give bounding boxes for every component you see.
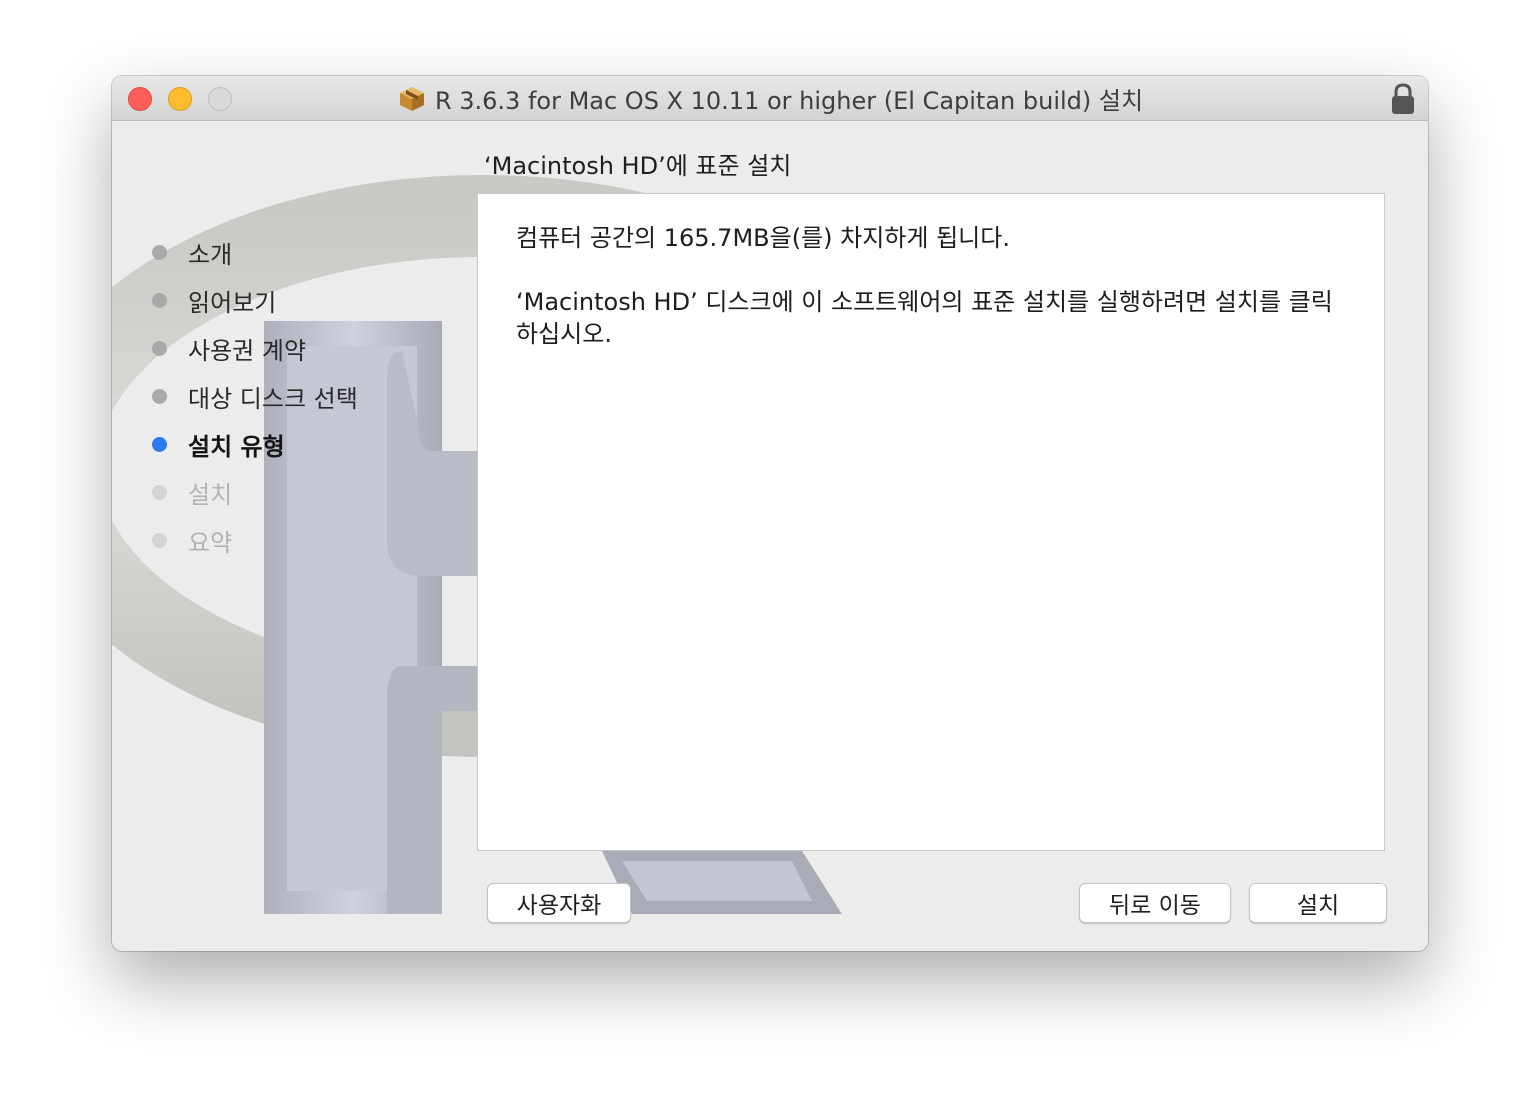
step-indicator-dot bbox=[152, 388, 167, 404]
step-indicator-dot bbox=[152, 340, 167, 356]
step-installation: 설치 bbox=[152, 476, 233, 509]
step-label: 설치 유형 bbox=[188, 432, 285, 461]
title-bar: R 3.6.3 for Mac OS X 10.11 or higher (El… bbox=[112, 76, 1428, 121]
content-panel: 컴퓨터 공간의 165.7MB을(를) 차지하게 됩니다. ‘Macintosh… bbox=[477, 193, 1385, 851]
step-label: 사용권 계약 bbox=[188, 336, 307, 365]
step-label: 읽어보기 bbox=[188, 288, 277, 317]
window-title: R 3.6.3 for Mac OS X 10.11 or higher (El… bbox=[434, 86, 1144, 115]
disk-space-text: 컴퓨터 공간의 165.7MB을(를) 차지하게 됩니다. bbox=[516, 224, 1010, 252]
lock-icon[interactable] bbox=[1390, 83, 1416, 115]
step-installation-type: 설치 유형 bbox=[152, 428, 285, 461]
step-summary: 요약 bbox=[152, 524, 233, 557]
installer-window: R 3.6.3 for Mac OS X 10.11 or higher (El… bbox=[112, 76, 1428, 951]
package-icon bbox=[399, 87, 424, 111]
step-readme: 읽어보기 bbox=[152, 284, 277, 317]
step-indicator-dot bbox=[152, 436, 167, 452]
step-destination: 대상 디스크 선택 bbox=[152, 380, 358, 413]
step-label: 요약 bbox=[188, 528, 233, 557]
step-label: 소개 bbox=[188, 240, 233, 269]
step-label: 설치 bbox=[188, 480, 233, 509]
step-indicator-dot bbox=[152, 292, 167, 308]
install-button[interactable]: 설치 bbox=[1249, 883, 1387, 923]
window-title-wrap: R 3.6.3 for Mac OS X 10.11 or higher (El… bbox=[112, 76, 1428, 120]
step-indicator-dot bbox=[152, 532, 167, 548]
install-instruction-text: ‘Macintosh HD’ 디스크에 이 소프트웨어의 표준 설치를 실행하려… bbox=[516, 288, 1333, 348]
step-indicator-dot bbox=[152, 244, 167, 260]
section-title: ‘Macintosh HD’에 표준 설치 bbox=[484, 152, 792, 180]
customize-button[interactable]: 사용자화 bbox=[487, 883, 631, 923]
step-indicator-dot bbox=[152, 484, 167, 500]
step-label: 대상 디스크 선택 bbox=[188, 384, 358, 413]
step-license: 사용권 계약 bbox=[152, 332, 307, 365]
back-button[interactable]: 뒤로 이동 bbox=[1079, 883, 1231, 923]
step-introduction: 소개 bbox=[152, 236, 233, 269]
